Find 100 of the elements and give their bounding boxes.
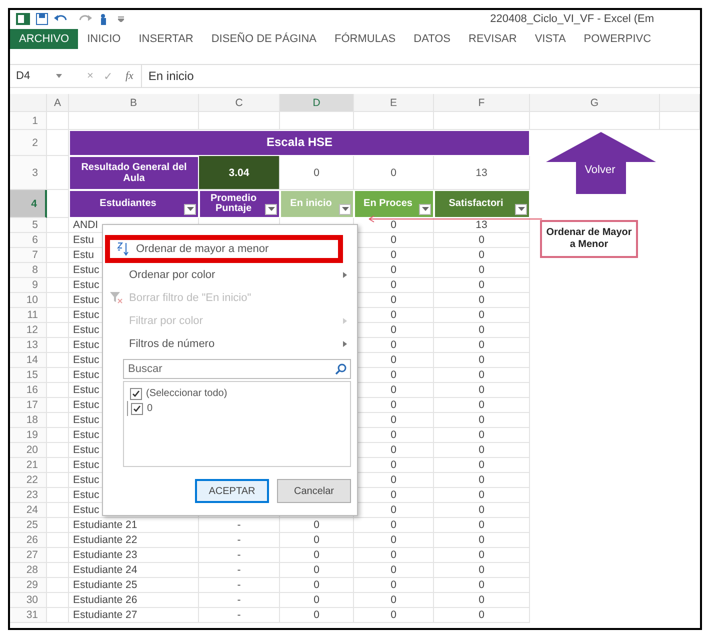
row-header[interactable]: 30 [10,593,47,608]
filter-button[interactable] [419,204,431,215]
table-cell: 0 [434,338,530,353]
save-icon[interactable] [36,13,48,25]
table-cell: 0 [280,548,354,563]
table-cell: 0 [280,563,354,578]
shape-label[interactable]: Volver [574,164,626,176]
customize-icon[interactable] [118,16,124,22]
ribbon-tab[interactable]: REVISAR [460,29,526,49]
table-cell: - [199,578,280,593]
menu-item[interactable]: Ordenar de mayor a menor [105,235,343,263]
row-header[interactable]: 31 [10,608,47,623]
column-header[interactable]: B [69,94,199,112]
search-icon[interactable] [335,363,347,375]
ribbon-tab[interactable]: FÓRMULAS [326,29,405,49]
table-cell: 0 [434,353,530,368]
select-all-corner[interactable] [10,94,47,112]
empty-cell[interactable] [530,112,660,130]
row-header[interactable]: 4 [10,190,47,218]
insert-function-button[interactable]: fx [117,70,142,82]
column-header[interactable] [660,94,700,112]
caret-icon [518,207,524,212]
excel-icon[interactable] [16,13,30,25]
row-header[interactable]: 11 [10,308,47,323]
row-header[interactable]: 15 [10,368,47,383]
table-cell: - [199,518,280,533]
cancel-button[interactable]: Cancelar [277,479,351,503]
row-header[interactable]: 16 [10,383,47,398]
row-header[interactable]: 19 [10,428,47,443]
cancel-button[interactable]: × [82,70,98,82]
formula-field[interactable]: En inicio [141,65,700,87]
row-header[interactable]: 3 [10,156,47,190]
sort-descending-icon [117,242,129,256]
row-header[interactable]: 24 [10,503,47,518]
column-header[interactable]: F [434,94,530,112]
row-header[interactable]: 1 [10,112,47,130]
column-header[interactable]: C [199,94,280,112]
row-header[interactable]: 18 [10,413,47,428]
row-header[interactable]: 5 [10,218,47,233]
ribbon-tab[interactable]: POWERPIVC [574,29,660,49]
row-header[interactable]: 13 [10,338,47,353]
ribbon-tab[interactable]: VISTA [526,29,575,49]
table-cell: 0 [434,608,530,623]
empty-cell[interactable] [660,112,700,130]
name-box[interactable]: D4 [10,70,56,82]
row-header[interactable]: 17 [10,398,47,413]
clear-filter-icon [110,292,122,304]
ribbon-tab[interactable]: ARCHIVO [10,29,78,49]
table-cell: 0 [354,518,434,533]
table-cell: 0 [354,578,434,593]
table-cell: 0 [434,308,530,323]
row-header[interactable]: 9 [10,278,47,293]
row-header[interactable]: 6 [10,233,47,248]
row-header[interactable]: 2 [10,130,47,156]
row-header[interactable]: 26 [10,533,47,548]
caret-icon [186,207,194,212]
table-cell: 0 [434,398,530,413]
filter-button[interactable] [515,204,527,215]
row-header[interactable]: 22 [10,473,47,488]
ribbon-tab[interactable]: DATOS [404,29,460,49]
table-cell: 0 [434,518,530,533]
column-header[interactable]: E [354,94,434,112]
row-header[interactable]: 7 [10,248,47,263]
header-label: En Proces [362,198,414,210]
table-cell: 0 [354,593,434,608]
dropdown-icon[interactable] [56,74,62,78]
enter-button[interactable]: ✓ [98,70,118,82]
ribbon-tab[interactable]: INSERTAR [130,29,202,49]
row-header[interactable]: 25 [10,518,47,533]
search-field[interactable]: Buscar [123,359,351,379]
row-header[interactable]: 21 [10,458,47,473]
table-cell: Estudiante 27 [69,608,199,623]
row-header[interactable]: 12 [10,323,47,338]
checkbox[interactable] [131,402,143,414]
filter-button[interactable] [265,204,277,215]
row-header[interactable]: 14 [10,353,47,368]
filter-button[interactable] [339,204,351,215]
filter-button[interactable] [184,204,196,215]
ribbon-tab[interactable]: DISEÑO DE PÁGINA [202,29,326,49]
row-header[interactable]: 29 [10,578,47,593]
column-header[interactable]: A [47,94,69,112]
table-cell: Estudiante 25 [69,578,199,593]
row-header[interactable]: 23 [10,488,47,503]
ribbon-tab[interactable]: INICIO [78,29,130,49]
table-cell: - [199,563,280,578]
column-header[interactable]: G [530,94,660,112]
window-title: 220408_Ciclo_VI_VF - Excel (Em [490,13,654,25]
row-header[interactable]: 27 [10,548,47,563]
table-cell: 0 [434,248,530,263]
column-header[interactable]: D [280,94,354,112]
checkbox[interactable] [130,388,142,400]
row-header[interactable]: 28 [10,563,47,578]
up-arrow-shape[interactable] [546,132,656,194]
ok-button[interactable]: ACEPTAR [195,479,269,503]
row-header[interactable]: 10 [10,293,47,308]
report-title-cell: Escala HSE [69,130,530,156]
row-header[interactable]: 8 [10,263,47,278]
caret-icon [268,207,274,212]
submenu-arrow-icon [343,340,347,346]
row-header[interactable]: 20 [10,443,47,458]
